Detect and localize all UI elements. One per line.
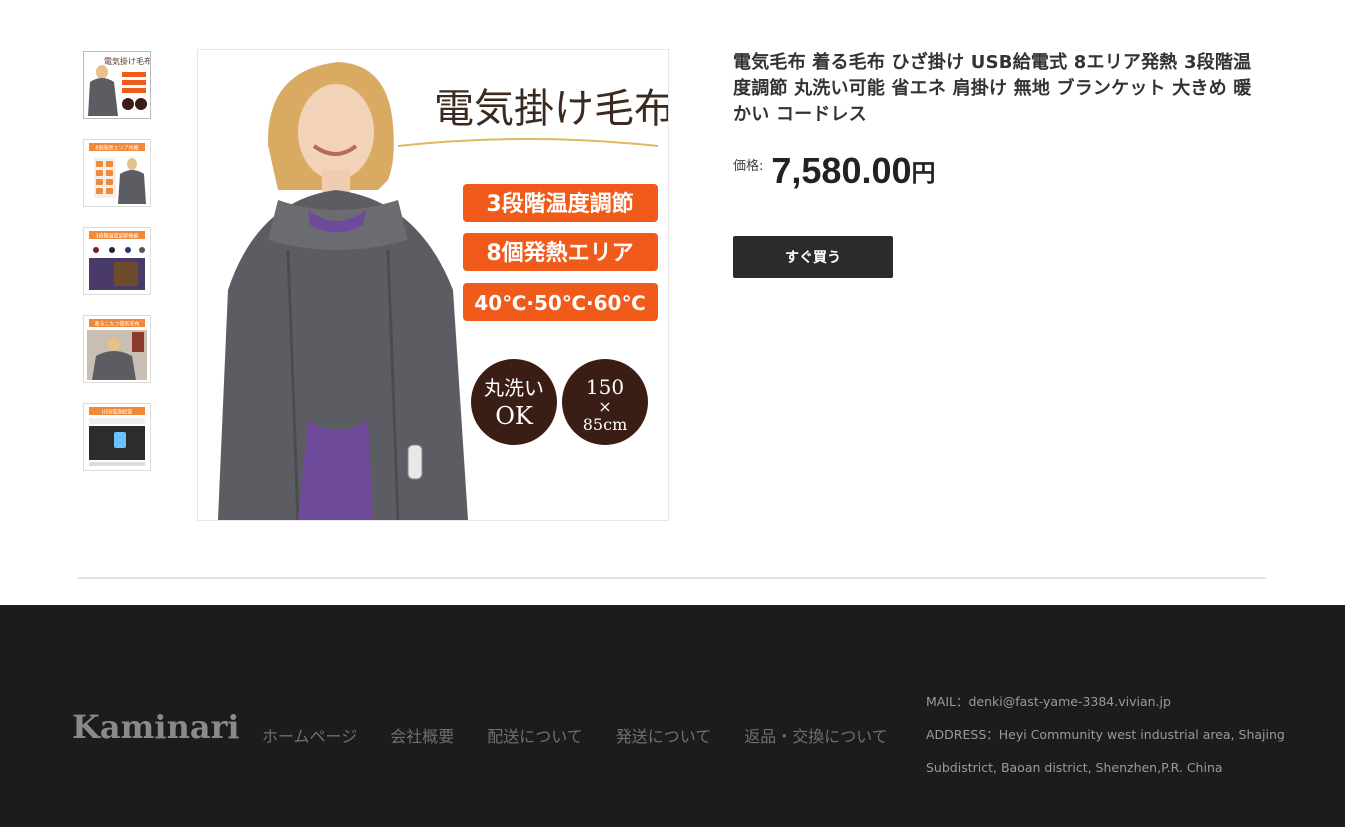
main-product-image[interactable]: 電気掛け毛布 3段階温度調節 8個発熱エリア 40℃·50℃·60℃ 丸洗い O… [197,49,669,521]
price-label: 価格: [733,159,764,174]
svg-text:着るこたつ電気毛布: 着るこたつ電気毛布 [94,321,139,328]
thumbnail-3-image: 3段階温度調節機能 [84,228,150,294]
thumbnail-3[interactable]: 3段階温度調節機能 [83,227,151,295]
footer-nav: ホームページ 会社概要 配送について 発送について 返品・交換について [262,723,921,747]
face [298,84,374,180]
thumbnail-5-image: USB電源給電 [84,404,150,470]
footer: Kaminari ホームページ 会社概要 配送について 発送について 返品・交換… [0,605,1345,827]
footer-address: ADDRESS：Heyi Community west industrial a… [926,727,1285,775]
price-unit: 円 [911,159,936,187]
product-hero-svg: 電気掛け毛布 3段階温度調節 8個発熱エリア 40℃·50℃·60℃ 丸洗い O… [198,50,668,520]
footer-mail: MAIL：denki@fast-yame-3384.vivian.jp [926,694,1171,709]
hero-heading: 電気掛け毛布 [434,86,668,132]
svg-text:8個発熱エリア内蔵: 8個発熱エリア内蔵 [95,145,138,152]
footer-logo[interactable]: Kaminari [72,708,240,746]
footer-link-home[interactable]: ホームページ [262,723,357,747]
thumbnail-5[interactable]: USB電源給電 [83,403,151,471]
svg-text:USB電源給電: USB電源給電 [102,409,132,416]
thumbnail-1[interactable]: 電気掛け毛布 [83,51,151,119]
svg-text:3段階温度調節: 3段階温度調節 [486,191,633,217]
svg-text:8個発熱エリア: 8個発熱エリア [486,240,633,266]
svg-text:150: 150 [586,375,624,399]
footer-link-shipping[interactable]: 発送について [616,723,712,747]
thumbnail-4-image: 着るこたつ電気毛布 [84,316,150,382]
svg-text:85cm: 85cm [583,415,628,434]
svg-text:電気掛け毛布: 電気掛け毛布 [104,56,150,66]
section-divider [78,577,1266,579]
thumbnail-2[interactable]: 8個発熱エリア内蔵 [83,139,151,207]
footer-contact: MAIL：denki@fast-yame-3384.vivian.jp ADDR… [926,685,1286,784]
product-section: 電気掛け毛布 8個発熱エリア内蔵 3段階温度調節機能 着るこたつ電気毛布 USB… [0,0,1345,605]
thumbnail-4[interactable]: 着るこたつ電気毛布 [83,315,151,383]
product-info: 電気毛布 着る毛布 ひざ掛け USB給電式 8エリア発熱 3段階温度調節 丸洗い… [733,50,1253,278]
svg-text:OK: OK [495,402,534,430]
product-title: 電気毛布 着る毛布 ひざ掛け USB給電式 8エリア発熱 3段階温度調節 丸洗い… [733,52,1252,125]
thumbnail-2-image: 8個発熱エリア内蔵 [84,140,150,206]
price-row: 価格: 7,580.00 円 [733,150,1253,192]
svg-text:丸洗い: 丸洗い [484,376,544,400]
price-value: 7,580.00 [771,150,912,191]
svg-text:×: × [598,397,611,416]
svg-text:40℃·50℃·60℃: 40℃·50℃·60℃ [474,291,645,315]
footer-link-delivery[interactable]: 配送について [487,723,583,747]
thumbnail-list: 電気掛け毛布 8個発熱エリア内蔵 3段階温度調節機能 着るこたつ電気毛布 USB… [83,51,151,491]
svg-text:3段階温度調節機能: 3段階温度調節機能 [95,233,138,240]
footer-link-returns[interactable]: 返品・交換について [744,723,888,747]
buy-now-button[interactable]: すぐ買う [733,236,893,278]
thumbnail-1-image: 電気掛け毛布 [84,52,150,118]
footer-link-company[interactable]: 会社概要 [390,723,454,747]
